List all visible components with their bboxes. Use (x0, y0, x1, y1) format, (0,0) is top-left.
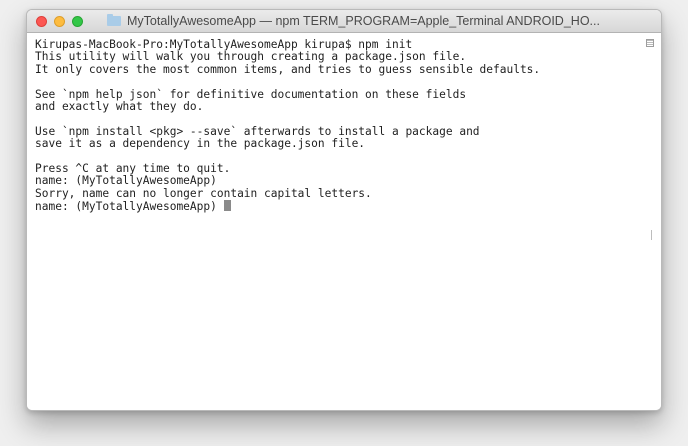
terminal-line: name: (MyTotallyAwesomeApp) (35, 174, 217, 188)
scroll-grip-icon[interactable] (646, 39, 654, 47)
terminal-line: It only covers the most common items, an… (35, 62, 541, 76)
text-cursor (223, 200, 231, 212)
terminal-window: MyTotallyAwesomeApp — npm TERM_PROGRAM=A… (26, 9, 662, 411)
terminal-content[interactable]: Kirupas-MacBook-Pro:MyTotallyAwesomeApp … (27, 33, 661, 410)
terminal-prompt-line[interactable]: name: (MyTotallyAwesomeApp) (35, 200, 661, 214)
window-title-container: MyTotallyAwesomeApp — npm TERM_PROGRAM=A… (107, 10, 653, 32)
close-icon[interactable] (36, 15, 47, 27)
zoom-icon[interactable] (72, 15, 83, 27)
window-title: MyTotallyAwesomeApp — npm TERM_PROGRAM=A… (127, 14, 600, 28)
terminal-output[interactable]: Kirupas-MacBook-Pro:MyTotallyAwesomeApp … (27, 33, 661, 214)
terminal-line: Sorry, name can no longer contain capita… (35, 186, 372, 200)
scrollbar-indicator[interactable] (649, 230, 652, 240)
terminal-line: save it as a dependency in the package.j… (35, 137, 366, 151)
title-bar[interactable]: MyTotallyAwesomeApp — npm TERM_PROGRAM=A… (27, 10, 661, 33)
terminal-line: This utility will walk you through creat… (35, 50, 467, 64)
terminal-line: and exactly what they do. (35, 99, 204, 113)
terminal-prompt-text: name: (MyTotallyAwesomeApp) (35, 200, 224, 214)
minimize-icon[interactable] (54, 15, 65, 27)
desktop-background: MyTotallyAwesomeApp — npm TERM_PROGRAM=A… (0, 0, 688, 446)
folder-icon (107, 14, 121, 26)
window-controls (27, 15, 83, 27)
